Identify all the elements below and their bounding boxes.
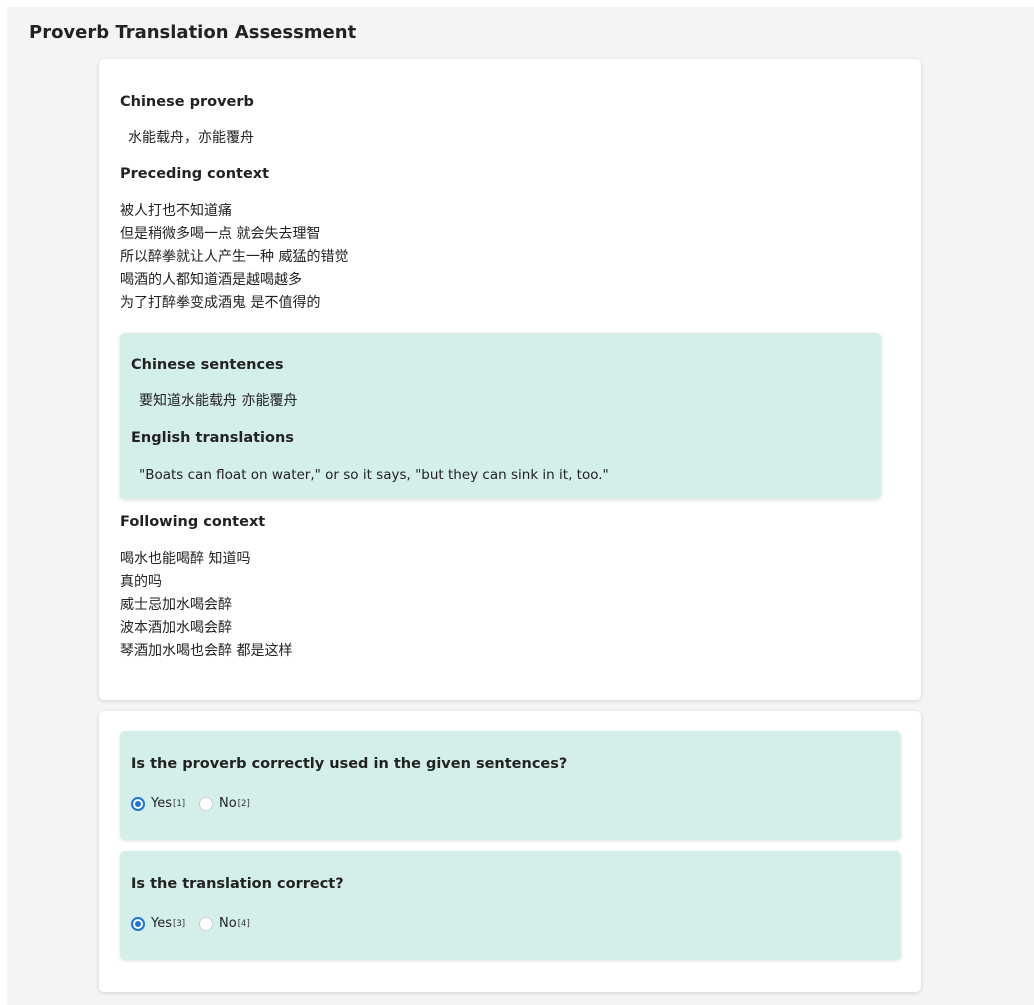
following-line: 真的吗 <box>120 574 162 590</box>
shortcut-key: [1] <box>173 799 186 809</box>
english-translations: "Boats can float on water," or so it say… <box>139 464 609 487</box>
english-translations-heading: English translations <box>131 430 294 446</box>
preceding-line: 被人打也不知道痛 <box>120 203 232 219</box>
radio-button[interactable] <box>199 917 214 931</box>
option-yes[interactable]: Yes [3] <box>131 916 185 932</box>
option-label: Yes <box>151 796 172 811</box>
option-label: No <box>219 916 237 931</box>
context-card: Chinese proverb 水能载舟，亦能覆舟 Preceding cont… <box>99 59 921 700</box>
proverb-text: 水能载舟，亦能覆舟 <box>128 127 254 150</box>
radio-group: Yes [1] No [2] <box>131 794 264 814</box>
shortcut-key: [4] <box>237 919 250 929</box>
question-proverb-usage: Is the proverb correctly used in the giv… <box>120 731 901 840</box>
question-translation-correct: Is the translation correct? Yes [3] No [4] <box>120 851 901 960</box>
shortcut-key: [2] <box>237 799 250 809</box>
question-text: Is the proverb correctly used in the giv… <box>131 756 568 772</box>
option-label: Yes <box>151 916 172 931</box>
english-translation: "Boats can float on water," or so it say… <box>139 467 609 483</box>
question-text: Is the translation correct? <box>131 876 344 892</box>
radio-group: Yes [3] No [4] <box>131 914 264 934</box>
following-line: 威士忌加水喝会醉 <box>120 597 232 613</box>
chinese-sentences: 要知道水能载舟 亦能覆舟 <box>139 390 297 413</box>
radio-button[interactable] <box>131 797 145 811</box>
page-background: Proverb Translation Assessment Chinese p… <box>7 7 1034 1005</box>
preceding-context: 被人打也不知道痛 但是稍微多喝一点 就会失去理智 所以醉拳就让人产生一种 威猛的… <box>120 200 348 315</box>
option-no[interactable]: No [2] <box>199 796 250 812</box>
proverb-heading: Chinese proverb <box>120 94 254 110</box>
preceding-line: 但是稍微多喝一点 就会失去理智 <box>120 226 321 242</box>
following-line: 喝水也能喝醉 知道吗 <box>120 551 251 567</box>
preceding-line: 为了打醉拳变成酒鬼 是不值得的 <box>120 295 321 311</box>
option-label: No <box>219 796 237 811</box>
sentence-translation-panel: Chinese sentences 要知道水能载舟 亦能覆舟 English t… <box>120 333 881 499</box>
radio-button[interactable] <box>199 797 214 811</box>
chinese-sentence: 要知道水能载舟 亦能覆舟 <box>139 393 298 409</box>
page-title: Proverb Translation Assessment <box>29 22 357 43</box>
following-line: 波本酒加水喝会醉 <box>120 620 232 636</box>
preceding-line: 喝酒的人都知道酒是越喝越多 <box>120 272 302 288</box>
radio-button[interactable] <box>131 917 145 931</box>
following-line: 琴酒加水喝也会醉 都是这样 <box>120 643 293 659</box>
option-yes[interactable]: Yes [1] <box>131 796 185 812</box>
preceding-line: 所以醉拳就让人产生一种 威猛的错觉 <box>120 249 349 265</box>
proverb-line: 水能载舟，亦能覆舟 <box>128 130 254 146</box>
questions-card: Is the proverb correctly used in the giv… <box>99 711 921 992</box>
following-context: 喝水也能喝醉 知道吗 真的吗 威士忌加水喝会醉 波本酒加水喝会醉 琴酒加水喝也会… <box>120 548 292 663</box>
shortcut-key: [3] <box>173 919 186 929</box>
following-context-heading: Following context <box>120 514 266 530</box>
preceding-context-heading: Preceding context <box>120 166 270 182</box>
chinese-sentences-heading: Chinese sentences <box>131 357 284 373</box>
option-no[interactable]: No [4] <box>199 916 250 932</box>
